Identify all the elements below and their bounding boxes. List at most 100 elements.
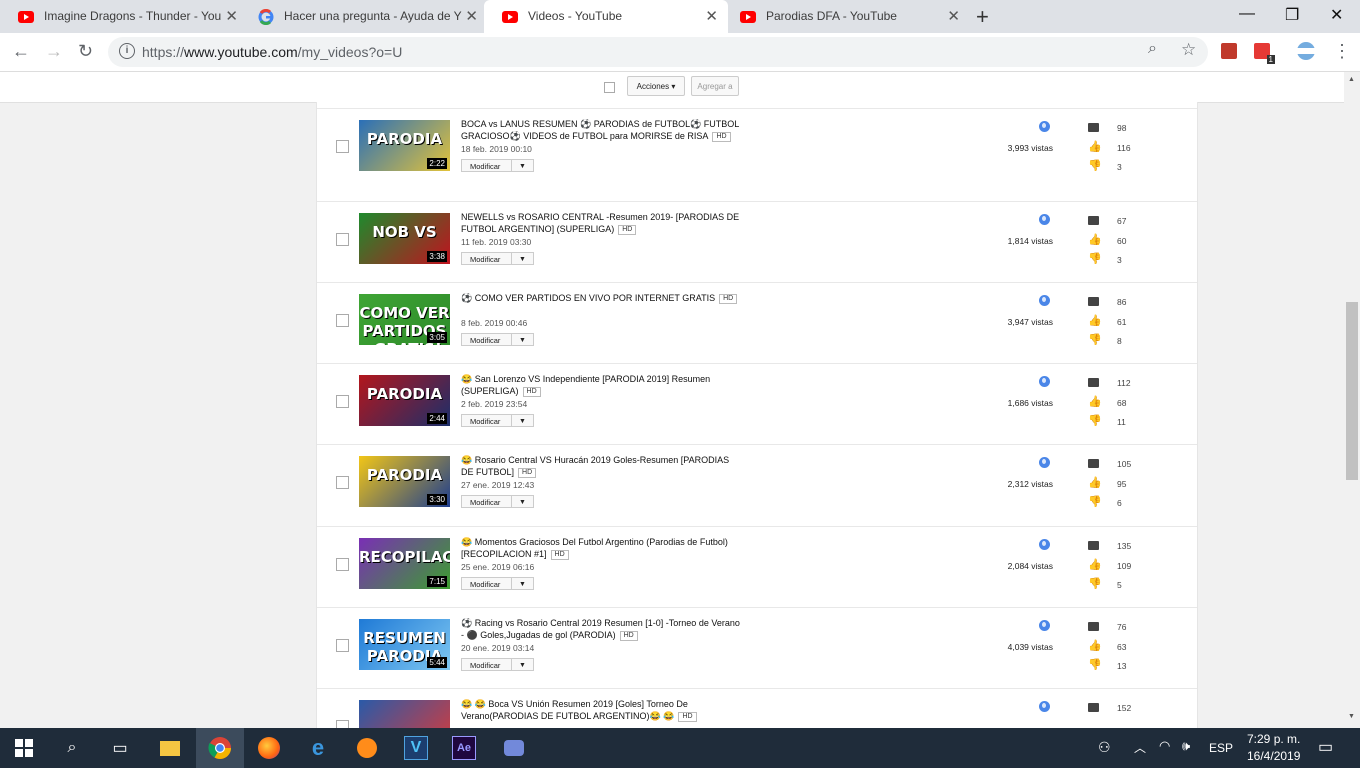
actions-label: Acciones [636,82,670,91]
like-icon: 👍 [1088,234,1102,246]
video-checkbox[interactable] [336,395,349,408]
extension-red-icon[interactable] [1221,43,1237,59]
video-title[interactable]: 😂 Rosario Central VS Huracán 2019 Goles-… [461,454,743,478]
scrollbar-thumb[interactable] [1346,302,1358,480]
tab-3[interactable]: Parodias DFA - YouTube ✕ [722,0,970,33]
tab-1[interactable]: Hacer una pregunta - Ayuda de Y ✕ [240,0,488,33]
tab-close-icon[interactable]: ✕ [947,0,960,33]
tab-close-icon[interactable]: ✕ [465,0,478,33]
profile-avatar[interactable] [1297,42,1315,60]
people-icon[interactable]: ⚇ [1098,739,1111,756]
video-thumbnail[interactable]: PARODIA 2:44 [359,375,450,426]
forward-icon[interactable]: → [45,41,63,62]
reload-icon[interactable]: ↻ [78,41,93,62]
video-checkbox[interactable] [336,140,349,153]
view-count: 1,686 vistas [1007,398,1053,408]
discord-icon[interactable] [502,736,526,760]
minimize-icon[interactable]: — [1239,5,1255,23]
modify-button[interactable]: Modificar ▼ [461,577,534,590]
video-duration: 3:05 [427,332,447,343]
video-thumbnail[interactable]: RESUMEN PARODIA 5:44 [359,619,450,670]
hd-badge: HD [678,711,697,722]
modify-button[interactable]: Modificar ▼ [461,252,534,265]
video-checkbox[interactable] [336,720,349,728]
tab-0[interactable]: Imagine Dragons - Thunder - You ✕ [0,0,248,33]
clock-time[interactable]: 7:29 p. m. [1247,732,1300,746]
chevron-down-icon[interactable]: ▼ [511,415,533,426]
select-all-checkbox[interactable] [604,82,615,93]
language-indicator[interactable]: ESP [1209,741,1233,755]
zoom-icon[interactable]: ⌕ [1148,40,1157,58]
firefox-icon[interactable] [257,736,281,760]
tab-close-icon[interactable]: ✕ [705,0,718,33]
vegas-icon[interactable]: V [404,736,428,760]
bookmark-star-icon[interactable]: ☆ [1181,40,1196,60]
video-title[interactable]: 😂 Momentos Graciosos Del Futbol Argentin… [461,536,743,560]
video-thumbnail[interactable]: NOB VS 3:38 [359,213,450,264]
wifi-icon[interactable]: ◠ [1159,738,1170,754]
modify-button[interactable]: Modificar ▼ [461,495,534,508]
address-bar[interactable]: i https://www.youtube.com/my_videos?o=U … [108,37,1208,67]
chevron-down-icon[interactable]: ▼ [511,253,533,264]
dislike-icon: 👎 [1088,160,1102,172]
actions-button[interactable]: Acciones ▾ [627,76,685,96]
new-tab-icon[interactable]: + [976,4,989,30]
tab-close-icon[interactable]: ✕ [225,0,238,33]
video-checkbox[interactable] [336,476,349,489]
video-checkbox[interactable] [336,314,349,327]
video-title[interactable]: 😂 😂 Boca VS Unión Resumen 2019 [Goles] T… [461,698,743,722]
volume-icon[interactable]: 🕪 [1182,738,1190,754]
modify-button[interactable]: Modificar ▼ [461,414,534,427]
search-icon[interactable]: ⌕ [60,736,84,760]
extension-badge-icon[interactable]: 1 [1254,43,1275,64]
video-checkbox[interactable] [336,639,349,652]
info-icon[interactable]: i [119,43,135,59]
video-checkbox[interactable] [336,558,349,571]
windows-start-icon[interactable] [12,736,36,760]
after-effects-icon[interactable]: Ae [452,736,476,760]
restore-icon[interactable]: ❐ [1285,5,1299,25]
comment-icon [1088,123,1099,132]
chevron-down-icon[interactable]: ▼ [511,659,533,670]
comment-icon [1088,622,1099,631]
view-count: 2,084 vistas [1007,561,1053,571]
video-thumbnail[interactable]: COMO VER PARTIDOS ¡GRATIS!3:05 [359,294,450,345]
video-title[interactable]: NEWELLS vs ROSARIO CENTRAL -Resumen 2019… [461,211,743,235]
add-to-button[interactable]: Agregar a [691,76,739,96]
chevron-down-icon[interactable]: ▼ [511,578,533,589]
edge-icon[interactable]: e [306,735,330,760]
scroll-down-icon[interactable]: ▼ [1348,713,1355,720]
gear-app-icon[interactable] [355,736,379,760]
video-title[interactable]: BOCA vs LANUS RESUMEN ⚽ PARODIAS de FUTB… [461,118,743,142]
scroll-up-icon[interactable]: ▲ [1348,76,1355,83]
task-view-icon[interactable]: ▭ [108,736,132,760]
menu-dots-icon[interactable]: ⋮ [1333,41,1351,62]
chevron-up-icon[interactable]: ︿ [1134,739,1146,756]
back-icon[interactable]: ← [12,41,30,62]
video-title[interactable]: 😂 San Lorenzo VS Independiente [PARODIA … [461,373,743,397]
chevron-down-icon[interactable]: ▼ [511,160,533,171]
video-thumbnail[interactable]: PARODIA 3:30 [359,456,450,507]
video-thumbnail[interactable] [359,700,450,728]
like-icon: 👍 [1088,559,1102,571]
video-thumbnail[interactable]: PARODIA 2:22 [359,120,450,171]
chevron-down-icon[interactable]: ▼ [511,334,533,345]
modify-button[interactable]: Modificar ▼ [461,159,534,172]
video-thumbnail[interactable]: RECOPILACION 7:15 [359,538,450,589]
chrome-icon[interactable] [196,728,244,768]
close-window-icon[interactable]: ✕ [1330,5,1343,25]
url-text[interactable]: https://www.youtube.com/my_videos?o=U [142,44,402,60]
modify-button[interactable]: Modificar ▼ [461,333,534,346]
video-row: PARODIA 2:22 BOCA vs LANUS RESUMEN ⚽ PAROD… [317,108,1197,190]
page-scrollbar[interactable]: ▲ ▼ [1344,72,1360,728]
chevron-down-icon[interactable]: ▼ [511,496,533,507]
video-title[interactable]: ⚽ Racing vs Rosario Central 2019 Resumen… [461,617,743,641]
file-explorer-icon[interactable] [158,736,182,760]
video-row: RECOPILACION 7:15 😂 Momentos Graciosos Del… [317,526,1197,608]
video-checkbox[interactable] [336,233,349,246]
tab-2[interactable]: Videos - YouTube ✕ [484,0,728,33]
modify-button[interactable]: Modificar ▼ [461,658,534,671]
clock-date[interactable]: 16/4/2019 [1247,749,1300,763]
video-title[interactable]: ⚽ COMO VER PARTIDOS EN VIVO POR INTERNET… [461,292,743,304]
notifications-icon[interactable]: ▭ [1318,737,1333,757]
